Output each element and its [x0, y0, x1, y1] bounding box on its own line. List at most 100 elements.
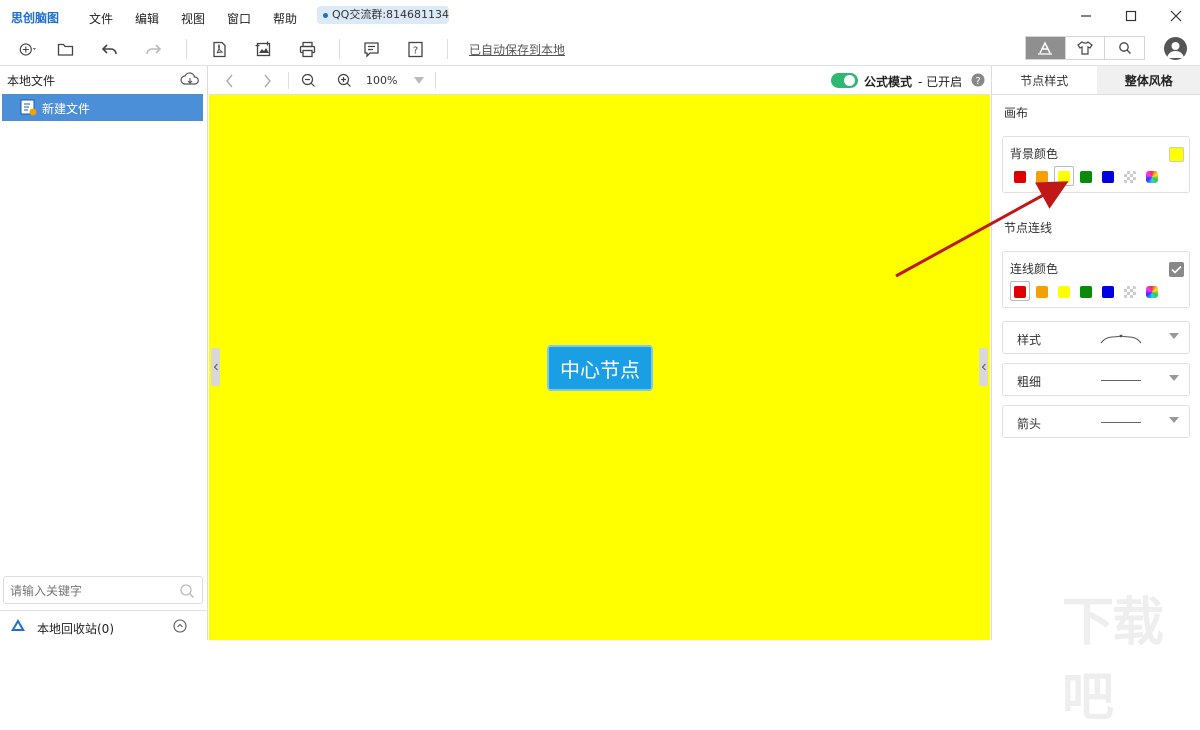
zoom-level[interactable]: 100% [366, 74, 397, 87]
file-item[interactable]: 新建文件 [2, 94, 203, 121]
color-swatch[interactable] [1058, 171, 1070, 183]
file-item-label: 新建文件 [42, 100, 90, 117]
app-logo: 思创脑图 [11, 9, 59, 26]
collapse-left-handle[interactable] [211, 348, 220, 386]
style-panel: 节点样式 整体风格 画布 背景颜色 节点连线 连线颜色 样式 粗细 箭头 [991, 66, 1200, 640]
file-sidebar: 本地文件 新建文件 本地回收站(0) [0, 66, 208, 640]
tab-overall-style[interactable]: 整体风格 [1097, 66, 1200, 94]
toolbar-divider [288, 72, 289, 89]
menu-view[interactable]: 视图 [181, 10, 205, 27]
style-mode-button[interactable] [1026, 37, 1066, 59]
maximize-button[interactable] [1121, 6, 1141, 26]
new-file-button[interactable] [12, 37, 42, 61]
theme-mode-button[interactable] [1066, 37, 1106, 59]
search-box [3, 576, 203, 604]
comment-icon[interactable] [359, 37, 383, 61]
cloud-sync-icon[interactable] [180, 71, 200, 90]
color-swatch[interactable] [1102, 286, 1114, 298]
search-mode-button[interactable] [1105, 37, 1144, 59]
dot-icon [323, 13, 328, 18]
color-swatch[interactable] [1036, 171, 1048, 183]
qq-group-text: QQ交流群:814681134 [332, 8, 449, 21]
toolbar-divider [435, 72, 436, 89]
line-thickness-label: 粗细 [1017, 373, 1041, 390]
color-swatch[interactable] [1080, 286, 1092, 298]
question-icon[interactable]: ? [971, 73, 985, 87]
recycle-bin-label: 本地回收站(0) [37, 620, 114, 637]
formula-mode-label: 公式模式 [864, 73, 912, 90]
transparent-swatch[interactable] [1124, 286, 1136, 298]
color-swatch[interactable] [1080, 171, 1092, 183]
mindmap-canvas[interactable]: 中心节点 [209, 95, 990, 640]
color-swatch[interactable] [1058, 286, 1070, 298]
toolbar-divider [339, 39, 340, 59]
export-pdf-icon[interactable] [207, 37, 231, 61]
line-thickness-select[interactable]: 粗细 [1002, 363, 1190, 396]
chevron-right-icon[interactable] [262, 74, 272, 88]
undo-icon[interactable] [97, 37, 121, 61]
redo-icon[interactable] [141, 37, 165, 61]
recycle-bin[interactable]: 本地回收站(0) [0, 610, 208, 640]
custom-color-icon[interactable] [1146, 171, 1158, 183]
mindmap-file-icon [20, 99, 37, 119]
watermark: 下载吧 [1062, 580, 1200, 730]
text-style-icon [1037, 41, 1053, 55]
chevron-down-icon[interactable] [414, 77, 424, 84]
search-icon[interactable] [179, 583, 195, 599]
zoom-out-icon[interactable] [301, 73, 316, 88]
color-swatch[interactable] [1014, 171, 1026, 183]
search-input[interactable] [10, 582, 170, 599]
panel-tabs: 节点样式 整体风格 [992, 66, 1200, 95]
close-button[interactable] [1166, 6, 1186, 26]
svg-text:?: ? [975, 76, 980, 87]
export-image-icon[interactable] [251, 37, 275, 61]
menu-file[interactable]: 文件 [89, 10, 113, 27]
chevron-down-icon [1169, 333, 1179, 339]
link-color-label: 连线颜色 [1010, 260, 1058, 277]
menu-window[interactable]: 窗口 [227, 10, 251, 27]
menu-help[interactable]: 帮助 [273, 10, 297, 27]
tab-node-style[interactable]: 节点样式 [992, 66, 1097, 94]
color-swatch[interactable] [1102, 171, 1114, 183]
canvas-toolbar: 100% 公式模式 - 已开启 ? [209, 66, 990, 95]
color-swatch[interactable] [1014, 286, 1026, 298]
curve-style-icon [1099, 330, 1143, 346]
chevron-up-icon[interactable] [173, 619, 187, 633]
link-color-card: 连线颜色 [1002, 251, 1190, 308]
formula-mode-state: - 已开启 [918, 73, 962, 90]
formula-mode-toggle[interactable] [831, 73, 858, 88]
open-folder-icon[interactable] [53, 37, 77, 61]
toolbar-divider [186, 39, 187, 59]
color-swatch[interactable] [1036, 286, 1048, 298]
link-section-title: 节点连线 [1004, 219, 1052, 236]
toggle-knob [844, 75, 855, 86]
toolbar: ? 已自动保存到本地 [0, 32, 1200, 66]
menu-edit[interactable]: 编辑 [135, 10, 159, 27]
autosave-link[interactable]: 已自动保存到本地 [469, 41, 565, 58]
bg-color-label: 背景颜色 [1010, 145, 1058, 162]
sidebar-header: 本地文件 [7, 72, 55, 89]
transparent-swatch[interactable] [1124, 171, 1136, 183]
view-mode-switch [1025, 36, 1145, 60]
arrow-label: 箭头 [1017, 415, 1041, 432]
thickness-preview [1101, 380, 1141, 381]
line-style-select[interactable]: 样式 [1002, 321, 1190, 354]
arrow-select[interactable]: 箭头 [1002, 405, 1190, 438]
chevron-left-icon[interactable] [225, 74, 235, 88]
custom-color-icon[interactable] [1146, 286, 1158, 298]
collapse-right-handle[interactable] [979, 348, 988, 386]
minimize-button[interactable] [1076, 6, 1096, 26]
title-bar: 思创脑图 文件 编辑 视图 窗口 帮助 QQ交流群:814681134 [0, 0, 1200, 32]
link-color-preview[interactable] [1169, 262, 1184, 277]
user-avatar[interactable] [1164, 37, 1187, 60]
qq-group-badge[interactable]: QQ交流群:814681134 [317, 6, 449, 24]
chevron-down-icon [1169, 417, 1179, 423]
shirt-icon [1077, 41, 1093, 55]
check-icon [1169, 262, 1184, 277]
help-icon[interactable]: ? [403, 37, 427, 61]
center-node[interactable]: 中心节点 [547, 345, 653, 391]
bg-color-preview[interactable] [1169, 147, 1184, 162]
print-icon[interactable] [295, 37, 319, 61]
zoom-in-icon[interactable] [337, 73, 352, 88]
line-style-label: 样式 [1017, 331, 1041, 348]
